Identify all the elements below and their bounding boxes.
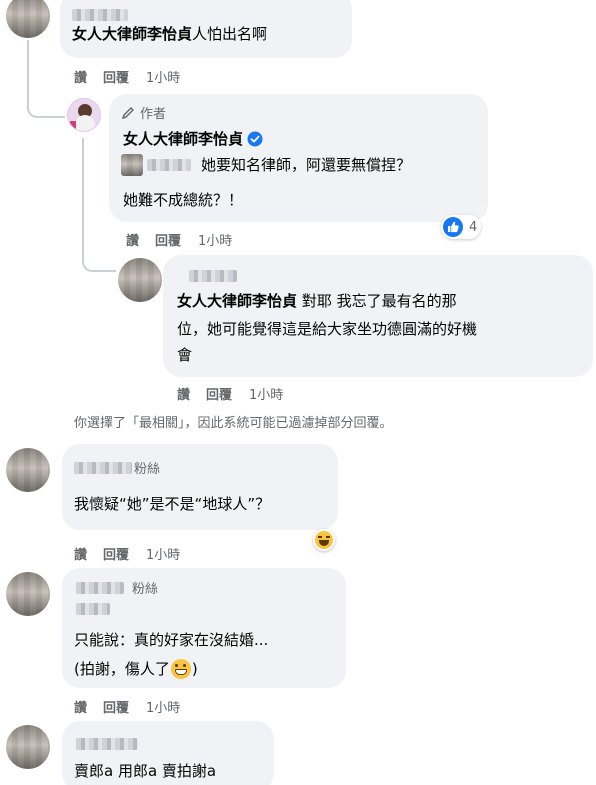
like-button[interactable]: 讚 — [177, 384, 190, 403]
comment-text: 我懷疑“她”是不是“地球人”？ — [74, 495, 271, 513]
comment-bubble: 作者 女人大律師李怡貞 她要知名律師，阿還要無償捏？ 她難不成總統？！ — [109, 94, 488, 222]
commenter-name[interactable]: 粉絲 — [76, 578, 158, 597]
reply-button[interactable]: 回覆 — [206, 384, 232, 403]
comment-text-line: (拍謝，傷人了 ) — [74, 659, 198, 679]
author-badge: 作者 — [121, 103, 166, 122]
like-reaction-icon — [443, 217, 463, 237]
timestamp[interactable]: 1小時 — [198, 230, 232, 249]
fan-badge: 粉絲 — [132, 582, 159, 597]
commenter-name[interactable] — [189, 265, 237, 284]
thread-line — [82, 138, 84, 248]
comment-bubble: 賣郎a 用郎a 賣拍謝a — [62, 721, 274, 785]
grinning-emoji-icon — [170, 659, 191, 679]
timestamp[interactable]: 1小時 — [249, 384, 283, 403]
reply-button[interactable]: 回覆 — [155, 230, 181, 249]
reply-button[interactable]: 回覆 — [103, 697, 129, 716]
reply-button[interactable]: 回覆 — [103, 544, 129, 563]
fan-badge: 粉絲 — [134, 462, 161, 477]
comment-text-line: 會 — [177, 346, 193, 364]
mention-avatar — [121, 154, 143, 176]
laughing-emoji-icon — [313, 529, 335, 551]
commenter-name[interactable] — [76, 733, 138, 752]
filter-notice: 你選擇了「最相關」，因此系統可能已過濾掉部分回覆。 — [74, 416, 393, 431]
comment-bubble: 女人大律師李怡貞 對耶 我忘了最有名的那 位，她可能覺得這是給大家坐功德圓滿的好… — [163, 255, 593, 377]
like-button[interactable]: 讚 — [74, 544, 87, 563]
like-button[interactable]: 讚 — [74, 67, 87, 86]
like-button[interactable]: 讚 — [74, 697, 87, 716]
avatar[interactable] — [6, 725, 50, 769]
comment-text: 女人大律師李怡貞 對耶 我忘了最有名的那 — [177, 292, 457, 310]
avatar[interactable] — [6, 572, 50, 616]
reaction-count: 4 — [469, 219, 478, 235]
comment-bubble: 粉絲 只能說：真的好家在沒結婚... (拍謝，傷人了 ) — [62, 568, 346, 688]
comment-actions: 讚 回覆 1小時 — [74, 544, 180, 563]
like-button[interactable]: 讚 — [126, 230, 139, 249]
avatar[interactable] — [6, 448, 50, 492]
comment-bubble: 粉絲 我懷疑“她”是不是“地球人”？ — [62, 444, 338, 530]
comment-actions: 讚 回覆 1小時 — [126, 230, 232, 249]
timestamp[interactable]: 1小時 — [146, 67, 180, 86]
comment-bubble: 女人大律師李怡貞人怕出名啊 — [60, 0, 352, 58]
timestamp[interactable]: 1小時 — [146, 697, 180, 716]
comment-text: 賣郎a 用郎a 賣拍謝a — [74, 762, 217, 780]
comment-text: 她要知名律師，阿還要無償捏？ — [121, 151, 411, 179]
mention-tag[interactable]: 女人大律師李怡貞 — [72, 25, 192, 43]
comment-text: 女人大律師李怡貞人怕出名啊 — [72, 25, 268, 43]
comment-text: 只能說：真的好家在沒結婚... — [74, 631, 269, 649]
thread-connector — [27, 90, 65, 118]
verified-badge-icon — [247, 131, 263, 147]
author-avatar[interactable] — [67, 98, 101, 132]
commenter-name[interactable]: 粉絲 — [74, 458, 160, 477]
avatar[interactable] — [118, 258, 162, 302]
comment-text-line: 她難不成總統？！ — [123, 191, 244, 209]
comment-actions: 讚 回覆 1小時 — [177, 384, 283, 403]
timestamp[interactable]: 1小時 — [146, 544, 180, 563]
reply-button[interactable]: 回覆 — [103, 67, 129, 86]
avatar[interactable] — [6, 0, 50, 38]
thread-connector — [82, 240, 116, 272]
mention-tag[interactable]: 女人大律師李怡貞 — [177, 292, 297, 310]
commenter-name[interactable]: 女人大律師李怡貞 — [123, 128, 263, 149]
pencil-icon — [121, 106, 135, 120]
comment-text-line: 位，她可能覺得這是給大家坐功德圓滿的好機 — [177, 320, 478, 338]
comment-actions: 讚 回覆 1小時 — [74, 697, 180, 716]
comment-actions: 讚 回覆 1小時 — [74, 67, 180, 86]
mention-name[interactable] — [147, 159, 191, 171]
reaction-summary[interactable]: 4 — [441, 215, 482, 239]
